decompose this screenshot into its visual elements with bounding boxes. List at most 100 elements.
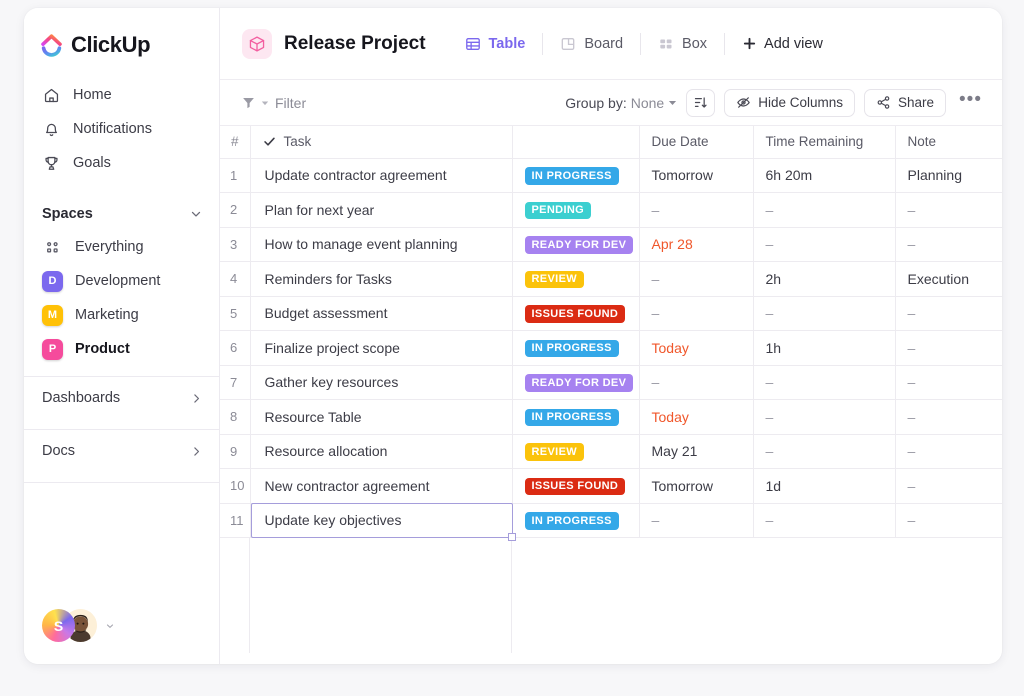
workspace-avatar[interactable]: S — [42, 609, 75, 642]
cell-task[interactable]: Budget assessment — [250, 296, 512, 331]
cell-time[interactable]: – — [753, 296, 895, 331]
column-header-status[interactable] — [512, 126, 639, 158]
table-row[interactable]: 11Update key objectivesIN PROGRESS––– — [220, 503, 1002, 538]
cell-status[interactable]: IN PROGRESS — [512, 158, 639, 193]
fill-handle[interactable] — [508, 533, 516, 541]
table-row[interactable]: 5Budget assessmentISSUES FOUND––– — [220, 296, 1002, 331]
cell-note[interactable]: – — [895, 400, 1002, 435]
cell-time[interactable]: – — [753, 434, 895, 469]
cell-status[interactable]: ISSUES FOUND — [512, 469, 639, 504]
cell-time[interactable]: – — [753, 400, 895, 435]
tab-box[interactable]: Box — [641, 29, 724, 59]
table-row[interactable]: 7Gather key resourcesREADY FOR DEV––– — [220, 365, 1002, 400]
cell-task[interactable]: How to manage event planning — [250, 227, 512, 262]
table-row[interactable]: 4Reminders for TasksREVIEW–2hExecution — [220, 262, 1002, 297]
cell-task[interactable]: Gather key resources — [250, 365, 512, 400]
chevron-down-icon[interactable] — [105, 621, 115, 631]
cell-task[interactable]: Resource Table — [250, 400, 512, 435]
cell-due[interactable]: Tomorrow — [639, 158, 753, 193]
cell-due[interactable]: – — [639, 193, 753, 228]
cell-note[interactable]: – — [895, 469, 1002, 504]
cell-task[interactable]: Plan for next year — [250, 193, 512, 228]
sidebar-item-dashboards[interactable]: Dashboards — [24, 377, 219, 419]
cell-time[interactable]: 1h — [753, 331, 895, 366]
cell-due[interactable]: Tomorrow — [639, 469, 753, 504]
cell-note[interactable]: – — [895, 227, 1002, 262]
cell-due[interactable]: Apr 28 — [639, 227, 753, 262]
cell-status[interactable]: IN PROGRESS — [512, 503, 639, 538]
share-button[interactable]: Share — [864, 89, 946, 117]
user-avatars[interactable]: S — [42, 609, 115, 642]
cell-note[interactable]: – — [895, 503, 1002, 538]
cell-note[interactable]: Execution — [895, 262, 1002, 297]
sidebar-item-marketing[interactable]: M Marketing — [24, 298, 219, 332]
group-by-control[interactable]: Group by: None — [565, 95, 677, 111]
tab-table[interactable]: Table — [448, 29, 543, 59]
chevron-down-icon[interactable] — [189, 207, 203, 221]
more-options-button[interactable]: ••• — [955, 89, 986, 117]
column-header-note[interactable]: Note — [895, 126, 1002, 158]
cell-time[interactable]: – — [753, 227, 895, 262]
cell-status[interactable]: IN PROGRESS — [512, 331, 639, 366]
cell-time[interactable]: – — [753, 365, 895, 400]
cell-note[interactable]: – — [895, 434, 1002, 469]
brand-logo[interactable]: ClickUp — [24, 8, 219, 58]
cell-due[interactable]: – — [639, 262, 753, 297]
cell-note[interactable]: Planning — [895, 158, 1002, 193]
cell-status[interactable]: ISSUES FOUND — [512, 296, 639, 331]
tab-board[interactable]: Board — [543, 29, 640, 59]
table-row[interactable]: 8Resource TableIN PROGRESSToday–– — [220, 400, 1002, 435]
cell-task[interactable]: Update key objectives — [250, 503, 512, 538]
column-header-index[interactable]: # — [220, 126, 250, 158]
chevron-right-icon[interactable] — [190, 445, 203, 458]
cell-note[interactable]: – — [895, 296, 1002, 331]
sidebar-item-docs[interactable]: Docs — [24, 430, 219, 472]
cell-due[interactable]: Today — [639, 331, 753, 366]
sidebar-item-notifications[interactable]: Notifications — [24, 112, 219, 146]
cell-status[interactable]: PENDING — [512, 193, 639, 228]
cell-time[interactable]: 1d — [753, 469, 895, 504]
column-header-due-date[interactable]: Due Date — [639, 126, 753, 158]
cell-status[interactable]: REVIEW — [512, 262, 639, 297]
cell-task[interactable]: Update contractor agreement — [250, 158, 512, 193]
cell-time[interactable]: 6h 20m — [753, 158, 895, 193]
table-row[interactable]: 10New contractor agreementISSUES FOUNDTo… — [220, 469, 1002, 504]
cell-note[interactable]: – — [895, 193, 1002, 228]
chevron-right-icon[interactable] — [190, 392, 203, 405]
cell-task[interactable]: New contractor agreement — [250, 469, 512, 504]
cell-due[interactable]: Today — [639, 400, 753, 435]
table-row[interactable]: 3How to manage event planningREADY FOR D… — [220, 227, 1002, 262]
cell-time[interactable]: – — [753, 193, 895, 228]
cell-note[interactable]: – — [895, 331, 1002, 366]
sidebar-item-everything[interactable]: Everything — [24, 230, 219, 264]
sidebar-item-goals[interactable]: Goals — [24, 146, 219, 180]
cell-due[interactable]: May 21 — [639, 434, 753, 469]
cell-time[interactable]: – — [753, 503, 895, 538]
add-view-button[interactable]: Add view — [725, 29, 840, 59]
table-row[interactable]: 1Update contractor agreementIN PROGRESST… — [220, 158, 1002, 193]
cell-task[interactable]: Resource allocation — [250, 434, 512, 469]
cell-status[interactable]: READY FOR DEV — [512, 227, 639, 262]
sidebar-item-home[interactable]: Home — [24, 78, 219, 112]
cell-note[interactable]: – — [895, 365, 1002, 400]
cell-status[interactable]: IN PROGRESS — [512, 400, 639, 435]
table-row[interactable]: 2Plan for next yearPENDING––– — [220, 193, 1002, 228]
cell-time[interactable]: 2h — [753, 262, 895, 297]
cell-task[interactable]: Reminders for Tasks — [250, 262, 512, 297]
sidebar-item-product[interactable]: P Product — [24, 332, 219, 366]
cell-task[interactable]: Finalize project scope — [250, 331, 512, 366]
cell-due[interactable]: – — [639, 365, 753, 400]
column-header-time-remaining[interactable]: Time Remaining — [753, 126, 895, 158]
table-row[interactable]: 6Finalize project scopeIN PROGRESSToday1… — [220, 331, 1002, 366]
cell-due[interactable]: – — [639, 503, 753, 538]
cell-status[interactable]: REVIEW — [512, 434, 639, 469]
sort-button[interactable] — [686, 89, 715, 117]
spaces-section-header[interactable]: Spaces — [24, 198, 219, 230]
column-header-task[interactable]: Task — [250, 126, 512, 158]
filter-button[interactable]: Filter — [242, 95, 306, 111]
table-row[interactable]: 9Resource allocationREVIEWMay 21–– — [220, 434, 1002, 469]
cell-status[interactable]: READY FOR DEV — [512, 365, 639, 400]
hide-columns-button[interactable]: Hide Columns — [724, 89, 855, 117]
cell-due[interactable]: – — [639, 296, 753, 331]
sidebar-item-development[interactable]: D Development — [24, 264, 219, 298]
